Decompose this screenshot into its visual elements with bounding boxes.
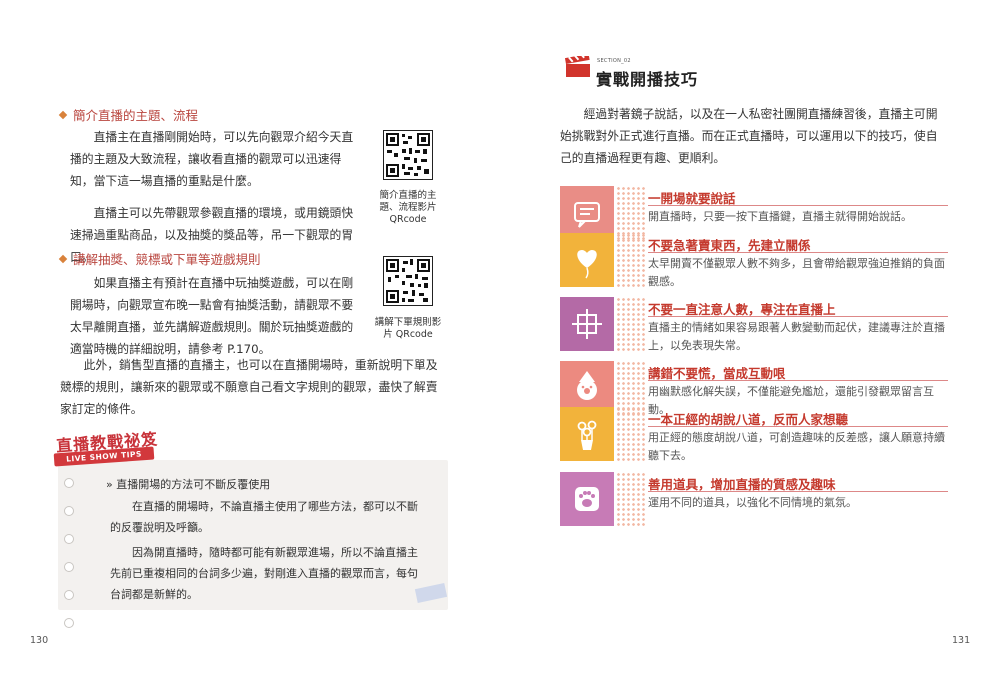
tips-box: » 直播開場的方法可不斷反覆使用 在直播的開場時，不論直播主使用了哪些方法，都可…: [58, 460, 448, 628]
section2-paragraph-1: 如果直播主有預計在直播中玩抽獎遊戲，可以在剛開場時，向觀眾宣布晚一點會有抽獎活動…: [70, 276, 354, 356]
intro-paragraph: 經過對著鏡子說話，以及在一人私密社團開直播練習後，直播主可開始挑戰對外正式進行直…: [560, 107, 938, 165]
tips-paragraph-2: 因為開直播時，隨時都可能有新觀眾進場，所以不論直播主先前已重複相同的台詞多少遍，…: [110, 546, 418, 601]
intro-body: 經過對著鏡子說話，以及在一人私密社團開直播練習後，直播主可開始挑戰對外正式進行直…: [560, 103, 948, 169]
page-number-right: 131: [952, 635, 971, 646]
section-heading-rules: 講解抽獎、競標或下單等遊戲規則: [58, 249, 261, 268]
tips-label: » 直播開場的方法可不斷反覆使用: [106, 478, 271, 491]
dot-pattern-decoration: [616, 297, 646, 351]
paw-icon: [560, 472, 614, 526]
qr-code-icon: [383, 256, 433, 306]
tip-description: 太早開賣不僅觀眾人數不夠多，且會帶給觀眾強迫推銷的負面觀感。: [648, 257, 945, 288]
tip-divider: [648, 426, 948, 427]
clapperboard-icon: [564, 52, 591, 78]
tip-description: 開直播時，只要一按下直播鍵，直播主就得開始說話。: [648, 210, 912, 223]
ring-icon: [64, 478, 74, 488]
flower-vase-icon: [560, 407, 614, 461]
crosshair-icon: [560, 297, 614, 351]
heading-text: 講解抽獎、競標或下單等遊戲規則: [73, 252, 261, 267]
tip-divider: [648, 491, 948, 492]
tip-divider: [648, 205, 948, 206]
ring-icon: [64, 562, 74, 572]
diamond-bullet-icon: [58, 254, 68, 263]
dot-pattern-decoration: [616, 186, 646, 240]
qr-caption-intro: 簡介直播的主題、流程影片 QRcode: [379, 190, 437, 225]
tips-paragraph-1: 在直播的開場時，不論直播主使用了哪些方法，都可以不斷的反覆說明及呼籲。: [110, 500, 418, 534]
tips-badge: 直播教戰祕笈 LIVE SHOW TIPS: [50, 426, 170, 467]
tip-divider: [648, 316, 948, 317]
tip-description: 用正經的態度胡說八道，可創造趣味的反差感，讓人願意持續聽下去。: [648, 431, 945, 462]
page-number-left: 130: [30, 635, 49, 646]
section1-body: 直播主在直播剛開始時，可以先向觀眾介紹今天直播的主題及大致流程，讓收看直播的觀眾…: [70, 126, 364, 268]
diamond-bullet-icon: [58, 110, 68, 119]
section2-extra: 此外，銷售型直播的直播主，也可以在直播開場時，重新說明下單及競標的規則，讓新來的…: [60, 354, 444, 420]
ring-icon: [64, 506, 74, 516]
section2-paragraph-2: 此外，銷售型直播的直播主，也可以在直播開場時，重新說明下單及競標的規則，讓新來的…: [60, 358, 438, 416]
qr-code-rules[interactable]: [383, 256, 433, 306]
qr-code-icon: [383, 130, 433, 180]
binder-rings: [64, 478, 74, 628]
section-tag: SECTION_02: [597, 58, 631, 64]
section-heading-intro: 簡介直播的主題、流程: [58, 105, 199, 124]
ring-icon: [64, 590, 74, 600]
ring-icon: [64, 618, 74, 628]
chat-bubble-icon: [560, 186, 614, 240]
page-title: 實戰開播技巧: [596, 70, 699, 89]
section2-body: 如果直播主有預計在直播中玩抽獎遊戲，可以在剛開場時，向觀眾宣布晚一點會有抽獎活動…: [70, 272, 364, 360]
heading-text: 簡介直播的主題、流程: [73, 108, 199, 123]
section1-paragraph-1: 直播主在直播剛開始時，可以先向觀眾介紹今天直播的主題及大致流程，讓收看直播的觀眾…: [70, 130, 354, 188]
tip-description: 運用不同的道具，以強化不同情境的氣氛。: [648, 496, 857, 509]
tip-divider: [648, 252, 948, 253]
dot-pattern-decoration: [616, 407, 646, 461]
dot-pattern-decoration: [616, 233, 646, 287]
qr-caption-rules: 講解下單規則影片 QRcode: [374, 317, 442, 340]
tip-divider: [648, 380, 948, 381]
dot-pattern-decoration: [616, 472, 646, 526]
qr-code-intro[interactable]: [383, 130, 433, 180]
ring-icon: [64, 534, 74, 544]
tips-body: 在直播的開場時，不論直播主使用了哪些方法，都可以不斷的反覆說明及呼籲。 因為開直…: [110, 496, 422, 605]
tip-description: 直播主的情緒如果容易跟著人數變動而起伏，建議專注於直播上，以免表現失常。: [648, 321, 945, 352]
heart-balloon-icon: [560, 233, 614, 287]
